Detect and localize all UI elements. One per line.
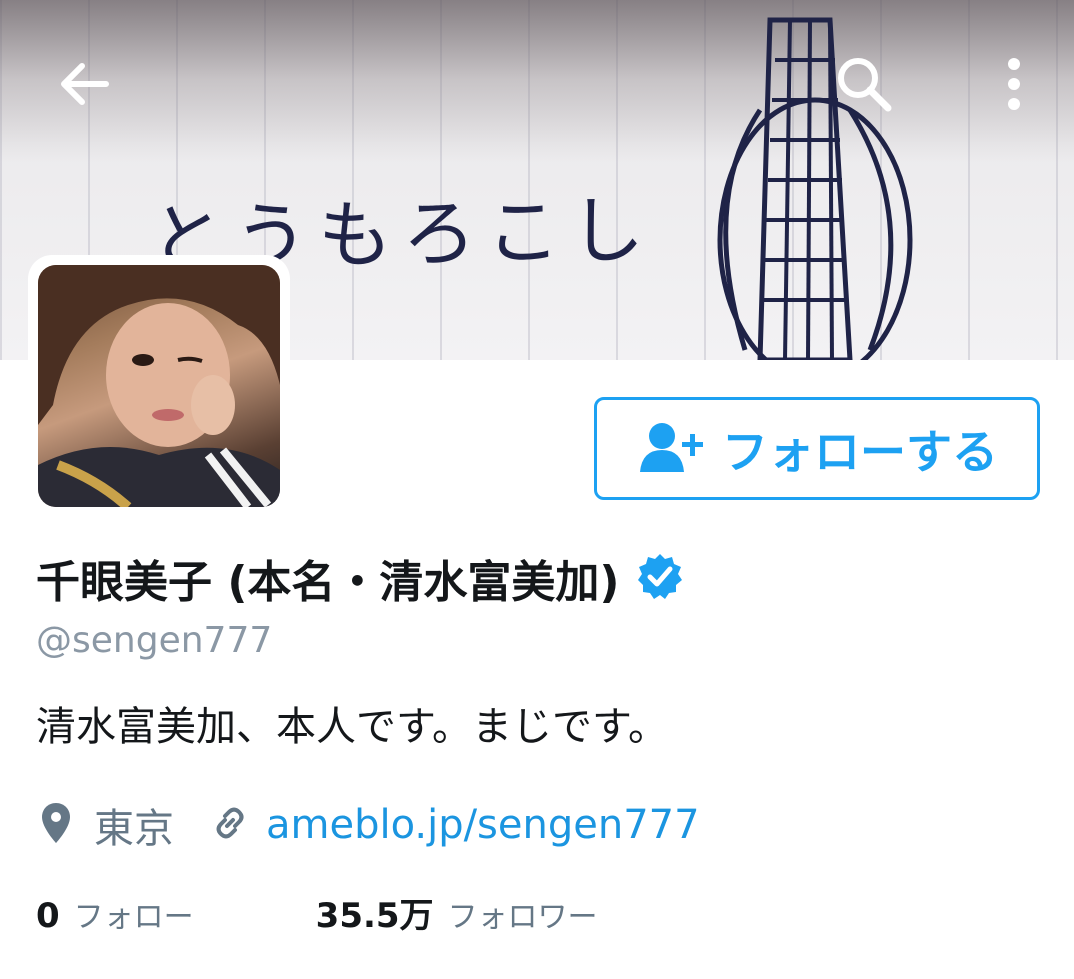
followers-count: 35.5万 [315,896,434,936]
user-plus-icon [636,420,708,478]
following-stat[interactable]: 0 フォロー [36,892,194,936]
profile-url-link[interactable]: ameblo.jp/sengen777 [266,802,700,848]
following-label: フォロー [73,900,194,935]
back-arrow-icon[interactable] [52,52,116,116]
location-pin-icon [40,801,72,849]
follow-button-label: フォローする [722,424,998,479]
verified-badge-icon [636,552,684,604]
follow-button[interactable]: フォローする [594,397,1040,500]
followers-stat[interactable]: 35.5万 フォロワー [316,888,598,937]
more-options-icon[interactable] [990,52,1038,116]
follow-stats: 0 フォロー 35.5万 フォロワー [36,888,598,942]
avatar-photo [38,265,280,507]
location-text: 東京 [94,806,174,852]
name-row: 千眼美子 (本名・清水富美加) [36,548,684,608]
display-name: 千眼美子 (本名・清水富美加) [36,557,620,608]
profile-avatar[interactable] [28,255,290,517]
followers-label: フォロワー [447,900,598,935]
profile-bio: 清水富美加、本人です。まじです。 [36,704,668,750]
user-handle: @sengen777 [36,620,273,661]
following-count: 0 [36,896,60,936]
search-icon[interactable] [832,52,896,116]
profile-meta-row: 東京 ameblo.jp/sengen777 [40,795,700,855]
link-icon [210,803,250,847]
